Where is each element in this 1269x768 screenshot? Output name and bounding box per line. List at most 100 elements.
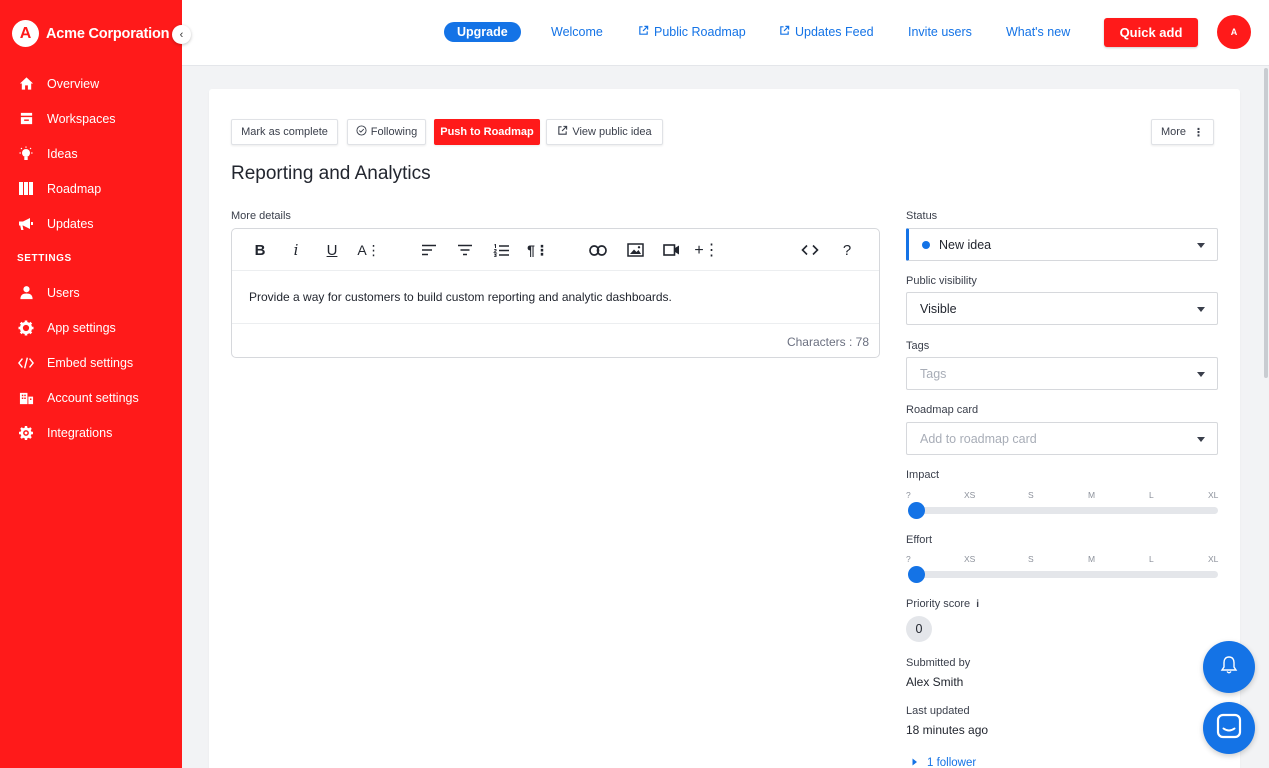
underline-icon[interactable]: U	[321, 240, 343, 260]
whats-new-link[interactable]: What's new	[1006, 25, 1070, 39]
priority-score-text: Priority score	[906, 598, 971, 610]
user-icon	[18, 285, 34, 301]
quick-add-button[interactable]: Quick add	[1104, 18, 1198, 47]
sidebar-item-ideas[interactable]: Ideas	[0, 136, 182, 171]
whats-new-label: What's new	[1006, 25, 1071, 39]
roadmap-card-select[interactable]: Add to roadmap card	[906, 422, 1218, 455]
sidebar-item-overview[interactable]: Overview	[0, 66, 182, 101]
effort-slider-handle[interactable]	[908, 566, 925, 583]
updates-feed-label: Updates Feed	[795, 25, 874, 39]
effort-scale: ? XS S M L XL	[906, 554, 1218, 564]
editor-toolbar: B i U A⋮ ¶⋮ +⋮ ?	[232, 229, 879, 271]
external-link-icon	[557, 125, 568, 139]
followers-toggle[interactable]: 1 follower	[912, 757, 976, 768]
sidebar-item-account-settings[interactable]: Account settings	[0, 380, 182, 415]
scale-label: L	[1149, 554, 1154, 564]
last-updated-label: Last updated	[906, 705, 970, 717]
scale-label: XL	[1208, 554, 1219, 564]
page-title: Reporting and Analytics	[231, 163, 431, 184]
character-count: Characters : 78	[786, 335, 869, 349]
avatar[interactable]: A	[1217, 15, 1251, 49]
sidebar-item-app-settings[interactable]: App settings	[0, 310, 182, 345]
followers-count: 1 follower	[927, 757, 977, 768]
public-roadmap-link[interactable]: Public Roadmap	[638, 25, 746, 39]
following-button[interactable]: Following	[347, 119, 426, 145]
megaphone-icon	[18, 216, 34, 232]
scale-label: XL	[1208, 490, 1219, 500]
chevron-down-icon	[1197, 307, 1205, 312]
view-public-idea-label: View public idea	[572, 126, 652, 138]
invite-users-link[interactable]: Invite users	[908, 25, 972, 39]
brand-logo: A	[12, 20, 39, 47]
sidebar-item-integrations[interactable]: Integrations	[0, 415, 182, 450]
brand[interactable]: A Acme Corporation	[12, 20, 169, 47]
sidebar-item-label: Ideas	[47, 146, 78, 161]
sidebar-nav: Overview Workspaces Ideas Roadmap Update…	[0, 66, 182, 450]
impact-slider[interactable]	[908, 502, 1218, 519]
idea-description[interactable]: Provide a way for customers to build cus…	[249, 290, 672, 304]
public-visibility-select[interactable]: Visible	[906, 292, 1218, 325]
page-scrollbar[interactable]	[1263, 66, 1269, 768]
updates-feed-link[interactable]: Updates Feed	[779, 25, 874, 39]
more-button[interactable]: More ⋮	[1151, 119, 1214, 145]
collapse-sidebar-button[interactable]: ‹	[172, 25, 191, 44]
status-select[interactable]: New idea	[906, 228, 1218, 261]
view-public-idea-button[interactable]: View public idea	[546, 119, 663, 145]
image-icon[interactable]	[624, 240, 646, 260]
italic-icon[interactable]: i	[285, 240, 307, 260]
impact-slider-handle[interactable]	[908, 502, 925, 519]
sidebar-item-label: Users	[47, 285, 80, 300]
push-to-roadmap-button[interactable]: Push to Roadmap	[434, 119, 540, 145]
align-center-icon[interactable]	[454, 240, 476, 260]
building-icon	[18, 390, 34, 406]
scale-label: XS	[964, 554, 976, 564]
external-link-icon	[638, 25, 649, 39]
chevron-down-icon	[1197, 243, 1205, 248]
sidebar-item-updates[interactable]: Updates	[0, 206, 182, 241]
invite-users-label: Invite users	[908, 25, 972, 39]
rich-text-editor: B i U A⋮ ¶⋮ +⋮ ? Provide a way for custo…	[231, 228, 880, 358]
scale-label: S	[1028, 554, 1034, 564]
effort-label: Effort	[906, 534, 933, 546]
sidebar-item-embed-settings[interactable]: Embed settings	[0, 345, 182, 380]
gear-icon	[18, 320, 34, 336]
effort-slider[interactable]	[908, 566, 1218, 583]
lightbulb-icon	[18, 146, 34, 162]
upgrade-button[interactable]: Upgrade	[444, 22, 521, 42]
chat-launcher-button[interactable]	[1203, 702, 1255, 754]
bold-icon[interactable]: B	[249, 240, 271, 260]
sidebar-item-users[interactable]: Users	[0, 275, 182, 310]
sidebar-item-label: Workspaces	[47, 111, 116, 126]
scale-label: S	[1028, 490, 1034, 500]
sidebar-item-roadmap[interactable]: Roadmap	[0, 171, 182, 206]
insert-more-icon[interactable]: +⋮	[694, 240, 719, 260]
scroll-thumb[interactable]	[1264, 68, 1268, 378]
scale-label: XS	[964, 490, 976, 500]
status-value: New idea	[939, 237, 992, 252]
settings-heading: SETTINGS	[17, 252, 72, 264]
visibility-value: Visible	[920, 301, 957, 316]
sidebar-item-label: Account settings	[47, 390, 139, 405]
public-roadmap-label: Public Roadmap	[654, 25, 746, 39]
code-icon	[18, 355, 34, 371]
welcome-link[interactable]: Welcome	[551, 25, 603, 39]
mark-as-complete-button[interactable]: Mark as complete	[231, 119, 338, 145]
sidebar-item-label: Overview	[47, 76, 100, 91]
tags-select[interactable]: Tags	[906, 357, 1218, 390]
video-icon[interactable]	[660, 240, 682, 260]
chevron-down-icon	[1197, 437, 1205, 442]
home-icon	[18, 76, 34, 92]
code-view-icon[interactable]	[799, 240, 821, 260]
roadmap-columns-icon	[18, 181, 34, 197]
help-icon[interactable]: ?	[836, 240, 858, 260]
status-label: Status	[906, 210, 938, 222]
paragraph-format-icon[interactable]: ¶⋮	[527, 240, 549, 260]
numbered-list-icon[interactable]	[490, 240, 512, 260]
align-left-icon[interactable]	[418, 240, 440, 260]
info-icon[interactable]: i	[976, 599, 979, 610]
sidebar-item-workspaces[interactable]: Workspaces	[0, 101, 182, 136]
notifications-button[interactable]	[1203, 641, 1255, 693]
font-size-icon[interactable]: A⋮	[357, 240, 380, 260]
link-icon[interactable]	[587, 240, 609, 260]
scale-label: M	[1088, 490, 1096, 500]
